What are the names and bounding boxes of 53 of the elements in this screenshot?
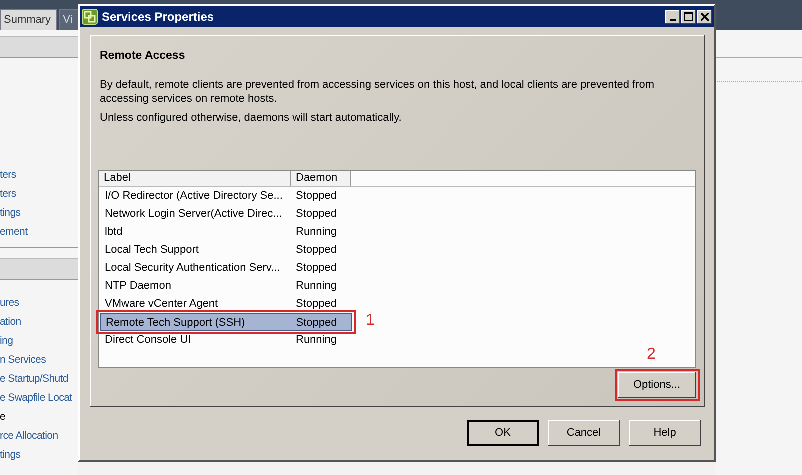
tab[interactable]: Vi — [59, 8, 79, 30]
sidebar-link[interactable]: e Swapfile Locat — [0, 389, 78, 408]
row-label: lbtd — [104, 225, 124, 240]
dialog-button[interactable]: Help — [629, 420, 701, 446]
window-title: Services Properties — [102, 8, 214, 26]
row-label: Local Tech Support — [104, 243, 200, 258]
row-status: Stopped — [295, 189, 338, 204]
minimize-icon — [670, 18, 676, 20]
sidebar-link[interactable]: ation — [0, 313, 78, 332]
section-heading: Remote Access — [100, 49, 186, 64]
row-label: VMware vCenter Agent — [104, 297, 220, 312]
app-icon — [82, 8, 98, 24]
sidebar-link[interactable]: ement — [0, 223, 78, 242]
row-status: Stopped — [295, 261, 338, 276]
row-status: Running — [295, 333, 338, 348]
row-status: Stopped — [295, 316, 338, 330]
maximize-button[interactable] — [681, 10, 696, 24]
tab[interactable]: Summary — [0, 8, 58, 30]
sidebar-link[interactable]: ters — [0, 185, 78, 204]
options-button[interactable]: Options... — [618, 372, 696, 398]
dialog-button[interactable]: Cancel — [548, 420, 620, 446]
sidebar-link[interactable]: tings — [0, 204, 78, 223]
row-label: Network Login Server(Active Direc... — [104, 207, 284, 222]
description-text: Unless configured otherwise, daemons will start automatically. — [100, 111, 403, 126]
row-label: Direct Console UI — [104, 333, 192, 348]
dialog-button[interactable]: OK — [467, 420, 539, 446]
selected-row[interactable]: Remote Tech Support (SSH) Stopped — [100, 313, 352, 332]
column-header[interactable]: Daemon — [291, 171, 351, 186]
row-status: Stopped — [295, 207, 338, 222]
description-text: By default, remote clients are prevented from accessing services on this host, and local clients are prevented from accessing services on remote hosts. — [100, 78, 656, 106]
callout-number: 2 — [647, 346, 656, 364]
sidebar-link[interactable]: ures — [0, 294, 78, 313]
row-label: I/O Redirector (Active Directory Se... — [104, 189, 284, 204]
column-header[interactable]: Label — [99, 171, 291, 186]
row-status: Running — [295, 279, 338, 294]
sidebar-link[interactable]: ing — [0, 332, 78, 351]
row-label: NTP Daemon — [104, 279, 172, 294]
row-status: Running — [295, 225, 338, 240]
close-button[interactable] — [697, 10, 712, 24]
close-icon — [700, 12, 708, 20]
row-label: Local Security Authentication Serv... — [104, 261, 282, 276]
sidebar-link[interactable]: n Services — [0, 351, 78, 370]
sidebar-link[interactable]: ters — [0, 166, 78, 185]
maximize-icon — [684, 12, 693, 21]
minimize-button[interactable] — [665, 10, 680, 24]
callout-number: 1 — [366, 312, 375, 330]
sidebar-link[interactable]: tings — [0, 446, 78, 465]
sidebar-link[interactable]: e — [0, 408, 78, 427]
sidebar-link[interactable]: rce Allocation — [0, 427, 78, 446]
sidebar-link[interactable]: e Startup/Shutd — [0, 370, 78, 389]
row-status: Stopped — [295, 297, 338, 312]
row-status: Stopped — [295, 243, 338, 258]
row-label: Remote Tech Support (SSH) — [105, 316, 246, 330]
